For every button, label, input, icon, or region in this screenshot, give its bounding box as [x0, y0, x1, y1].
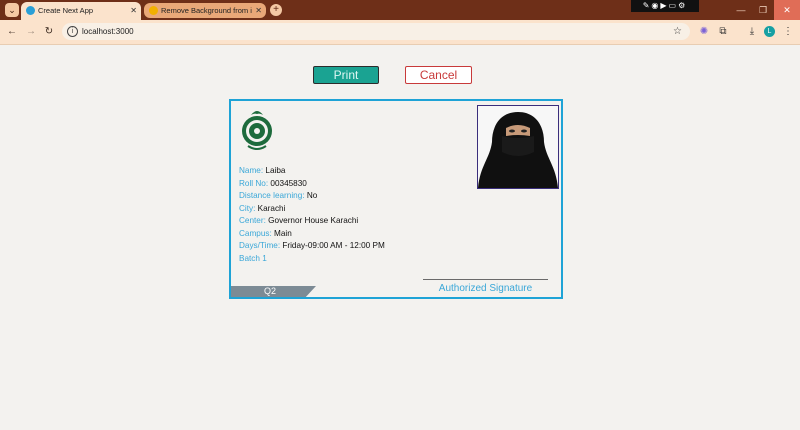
field-value: No	[306, 191, 318, 200]
quarter-tag: Q2	[263, 286, 276, 296]
browser-tab-bar: ⌄ Create Next App ✕ Remove Background fr…	[0, 0, 800, 20]
site-favicon-icon	[149, 6, 158, 15]
cancel-button[interactable]: Cancel	[405, 66, 472, 84]
batch-label: Batch 1	[239, 253, 267, 263]
back-arrow-icon[interactable]: ←	[5, 25, 19, 39]
close-icon[interactable]: ✕	[255, 3, 262, 18]
forward-arrow-icon[interactable]: →	[24, 25, 38, 39]
info-row-campus: Campus: Main	[239, 228, 385, 241]
id-card: Name: Laiba Roll No: 00345830 Distance l…	[229, 99, 563, 299]
info-row-distance-learning: Distance learning: No	[239, 190, 385, 203]
field-value: 00345830	[270, 178, 307, 188]
print-button[interactable]: Print	[313, 66, 379, 84]
field-value: Governor House Karachi	[268, 216, 359, 225]
student-info: Name: Laiba Roll No: 00345830 Distance l…	[239, 165, 385, 265]
site-info-icon[interactable]: i	[67, 26, 78, 37]
close-icon[interactable]: ✕	[130, 2, 137, 20]
field-label: Days/Time:	[239, 241, 281, 250]
field-label: Distance learning:	[239, 191, 305, 200]
field-label: Campus:	[239, 228, 272, 238]
authorized-signature-label: Authorized Signature	[438, 283, 533, 294]
restore-icon[interactable]: ❐	[752, 0, 774, 20]
field-value: Karachi	[257, 203, 286, 213]
info-row-city: City: Karachi	[239, 203, 385, 216]
url-text: localhost:3000	[82, 27, 134, 36]
screen-capture-toolbar[interactable]: ✎◉▶▭⚙	[631, 0, 699, 12]
new-tab-button[interactable]: +	[270, 4, 282, 16]
address-bar[interactable]: i localhost:3000 ☆	[62, 23, 690, 40]
reload-icon[interactable]: ↻	[42, 25, 56, 39]
tab-remove-background[interactable]: Remove Background from imag ✕	[144, 3, 266, 18]
extension-icon[interactable]: ✺	[697, 25, 711, 39]
tab-search-button[interactable]: ⌄	[5, 3, 19, 17]
profile-avatar[interactable]: L	[764, 26, 775, 37]
student-photo	[477, 105, 559, 189]
field-label: Name:	[239, 166, 264, 175]
info-row-roll-no: Roll No: 00345830	[239, 178, 385, 191]
tab-title: Remove Background from imag	[161, 6, 252, 15]
download-icon[interactable]: ⤓	[745, 25, 759, 39]
minimize-icon[interactable]: —	[730, 0, 752, 20]
browser-toolbar: ← → ↻ i localhost:3000 ☆ ✺ ⧉ ⤓ L ⋮	[0, 20, 800, 45]
info-row-center: Center: Governor House Karachi	[239, 215, 385, 228]
info-row-days-time: Days/Time: Friday-09:00 AM - 12:00 PM	[239, 240, 385, 253]
institute-logo	[242, 111, 272, 150]
field-value: Main	[274, 228, 292, 238]
info-row-name: Name: Laiba	[239, 165, 385, 178]
signature-line	[423, 279, 548, 280]
close-window-icon[interactable]: ✕	[774, 0, 800, 20]
tab-create-next-app[interactable]: Create Next App ✕	[21, 2, 141, 20]
globe-icon	[26, 6, 35, 15]
star-icon[interactable]: ☆	[673, 23, 682, 40]
field-value: Laiba	[265, 166, 286, 175]
tab-title: Create Next App	[38, 6, 94, 15]
kebab-menu-icon[interactable]: ⋮	[781, 25, 795, 39]
window-controls: — ❐ ✕	[730, 0, 800, 20]
puzzle-icon[interactable]: ⧉	[716, 25, 730, 39]
field-label: City:	[239, 203, 256, 213]
field-label: Center:	[239, 216, 266, 225]
field-value: Friday-09:00 AM - 12:00 PM	[282, 241, 385, 250]
field-label: Roll No:	[239, 178, 269, 188]
